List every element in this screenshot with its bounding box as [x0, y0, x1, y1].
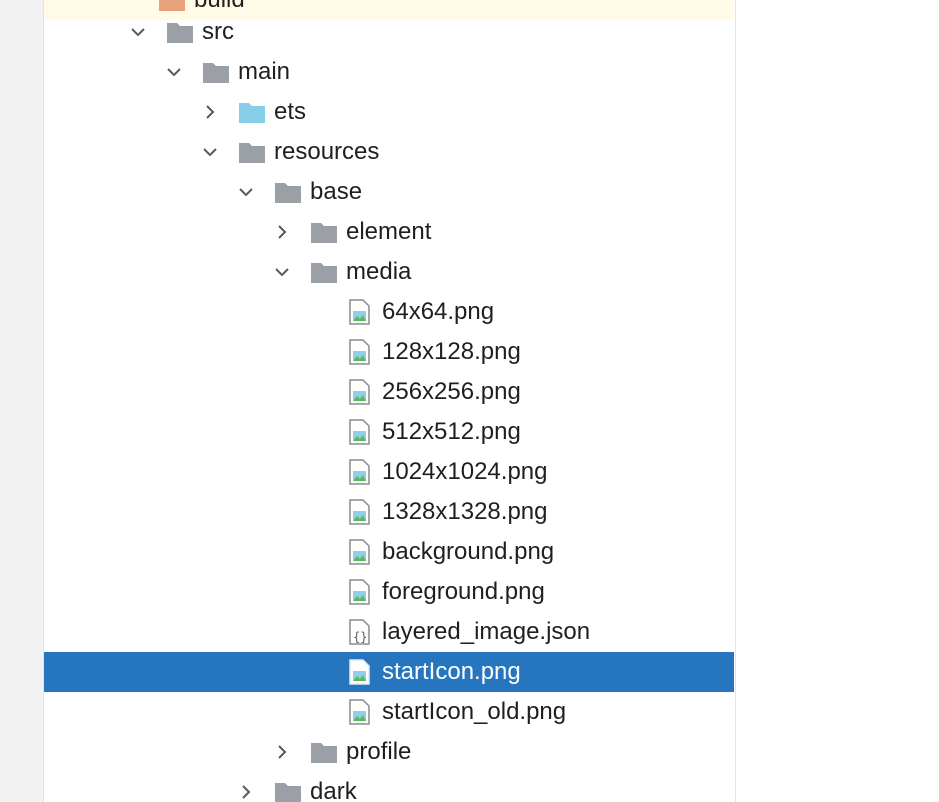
tree-item-label: 64x64.png	[382, 298, 495, 325]
image-file-icon	[349, 499, 371, 525]
chevron-right-icon[interactable]	[274, 744, 290, 760]
folder-icon	[274, 780, 302, 802]
folder-icon	[238, 140, 266, 164]
tree-item-base[interactable]: base	[44, 172, 734, 212]
image-file-icon	[349, 419, 371, 445]
tree-item-ets[interactable]: ets	[44, 92, 734, 132]
folder-icon	[202, 60, 230, 84]
tree-item-file[interactable]: startIcon_old.png	[44, 692, 734, 732]
tree-item-file[interactable]: 128x128.png	[44, 332, 734, 372]
image-file-icon	[349, 299, 371, 325]
tree-item-label: main	[238, 58, 291, 85]
chevron-down-icon[interactable]	[202, 144, 218, 160]
project-tree[interactable]: build src main ets	[44, 0, 734, 802]
image-file-icon	[349, 459, 371, 485]
tree-item-label: 512x512.png	[382, 418, 521, 445]
chevron-down-icon[interactable]	[238, 184, 254, 200]
folder-icon	[310, 220, 338, 244]
tree-item-file[interactable]: 1024x1024.png	[44, 452, 734, 492]
tree-item-label: 256x256.png	[382, 378, 521, 405]
tree-item-file-selected[interactable]: startIcon.png	[44, 652, 734, 692]
tree-item-label: dark	[310, 778, 357, 802]
tree-item-file[interactable]: 256x256.png	[44, 372, 734, 412]
tree-item-label: src	[202, 18, 234, 45]
image-file-icon	[349, 539, 371, 565]
image-file-icon	[349, 659, 371, 685]
folder-icon	[310, 260, 338, 284]
image-file-icon	[349, 339, 371, 365]
source-folder-icon	[238, 100, 266, 124]
chevron-down-icon[interactable]	[274, 264, 290, 280]
tree-item-label: profile	[346, 738, 412, 765]
tree-item-file[interactable]: 1328x1328.png	[44, 492, 734, 532]
tree-item-dark[interactable]: dark	[44, 772, 734, 802]
folder-icon	[166, 20, 194, 44]
tree-item-src[interactable]: src	[44, 12, 734, 52]
left-gutter	[0, 0, 44, 802]
tree-item-label: 1024x1024.png	[382, 458, 548, 485]
tree-item-file[interactable]: foreground.png	[44, 572, 734, 612]
chevron-down-icon[interactable]	[130, 24, 146, 40]
folder-icon	[310, 740, 338, 764]
chevron-right-icon[interactable]	[202, 104, 218, 120]
tree-item-profile[interactable]: profile	[44, 732, 734, 772]
tree-item-file[interactable]: {} layered_image.json	[44, 612, 734, 652]
tree-item-label: startIcon.png	[382, 658, 521, 685]
tree-item-file[interactable]: background.png	[44, 532, 734, 572]
chevron-right-icon[interactable]	[274, 224, 290, 240]
tree-item-label: element	[346, 218, 432, 245]
image-file-icon	[349, 379, 371, 405]
folder-icon	[274, 180, 302, 204]
scrollbar-track[interactable]	[735, 0, 758, 802]
tree-item-element[interactable]: element	[44, 212, 734, 252]
tree-item-label: media	[346, 258, 412, 285]
tree-item-label: startIcon_old.png	[382, 698, 567, 725]
folder-icon	[158, 0, 186, 12]
tree-item-main[interactable]: main	[44, 52, 734, 92]
tree-item-file[interactable]: 512x512.png	[44, 412, 734, 452]
tree-item-label: base	[310, 178, 363, 205]
image-file-icon	[349, 699, 371, 725]
tree-item-file[interactable]: 64x64.png	[44, 292, 734, 332]
tree-item-label: resources	[274, 138, 380, 165]
tree-item-label: foreground.png	[382, 578, 545, 605]
tree-item-label: 128x128.png	[382, 338, 521, 365]
tree-item-label: layered_image.json	[382, 618, 591, 645]
tree-item-label: background.png	[382, 538, 555, 565]
tree-item-label: 1328x1328.png	[382, 498, 548, 525]
tree-item-media[interactable]: media	[44, 252, 734, 292]
json-file-icon: {}	[349, 619, 371, 645]
image-file-icon	[349, 579, 371, 605]
tree-item-label: ets	[274, 98, 307, 125]
chevron-down-icon[interactable]	[166, 64, 182, 80]
svg-text:{}: {}	[353, 630, 367, 644]
tree-item-resources[interactable]: resources	[44, 132, 734, 172]
chevron-right-icon[interactable]	[238, 784, 254, 800]
